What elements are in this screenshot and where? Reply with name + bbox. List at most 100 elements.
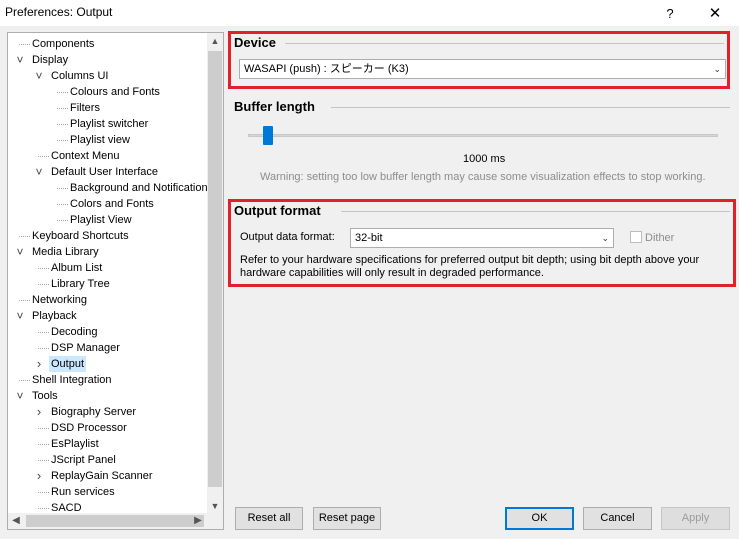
tree-horizontal-scroll-thumb[interactable] [26, 515, 204, 527]
tree-item-label: Playback [32, 310, 77, 322]
tree-horizontal-scrollbar[interactable]: ◀ ▶ [8, 513, 223, 529]
tree-connector [57, 92, 68, 93]
tree-item-colours-and-fonts[interactable]: Colours and Fonts [8, 84, 208, 100]
tree-item-label: Keyboard Shortcuts [32, 230, 129, 242]
tree-item-label: JScript Panel [51, 454, 116, 466]
tree-item-default-user-interface[interactable]: ˅ Default User Interface [8, 164, 208, 180]
tree-item-columns-ui[interactable]: ˅ Columns UI [8, 68, 208, 84]
tree-item-filters[interactable]: Filters [8, 100, 208, 116]
tree-item-jscript-panel[interactable]: JScript Panel [8, 452, 208, 468]
tree-item-output[interactable]: › Output [8, 356, 208, 372]
tree-item-label: ReplayGain Scanner [51, 470, 153, 482]
tree-item-decoding[interactable]: Decoding [8, 324, 208, 340]
tree-item-display[interactable]: ˅ Display [8, 52, 208, 68]
tree-connector [38, 156, 49, 157]
tree-item-label: Output [49, 356, 87, 372]
output-format-section-header: Output format [234, 203, 321, 218]
expanded-chevron-icon[interactable]: ˅ [15, 244, 25, 260]
expanded-chevron-icon[interactable]: ˅ [34, 164, 44, 180]
tree-item-label: Columns UI [51, 70, 109, 82]
tree-item-album-list[interactable]: Album List [8, 260, 208, 276]
tree-connector [38, 348, 49, 349]
tree-item-label: Playlist view [70, 134, 130, 146]
tree-item-replaygain-scanner[interactable]: › ReplayGain Scanner [8, 468, 208, 484]
reset-all-button[interactable]: Reset all [235, 507, 303, 530]
tree-item-label: DSP Manager [51, 342, 120, 354]
tree-item-label: Networking [32, 294, 88, 306]
buffer-slider-track[interactable] [248, 134, 718, 137]
collapsed-chevron-icon[interactable]: › [34, 468, 44, 484]
tree-item-networking[interactable]: Networking [8, 292, 208, 308]
buffer-slider-thumb[interactable] [263, 126, 273, 145]
device-select-value: WASAPI (push) : スピーカー (K3) [244, 63, 409, 75]
tree-item-label: Default User Interface [51, 166, 158, 178]
output-format-divider [341, 211, 730, 212]
tree-item-label: Media Library [32, 246, 99, 258]
tree-item-components[interactable]: Components [8, 36, 208, 52]
ok-button[interactable]: OK [505, 507, 574, 530]
tree-item-shell-integration[interactable]: Shell Integration [8, 372, 208, 388]
tree-item-playback[interactable]: ˅ Playback [8, 308, 208, 324]
output-data-format-select[interactable]: 32-bit ⌄ [350, 228, 614, 248]
tree-item-label: DSD Processor [51, 422, 127, 434]
device-section-header: Device [234, 35, 276, 50]
tree-connector [19, 380, 30, 381]
tree-item-label: Display [32, 54, 69, 66]
tree-connector [38, 284, 49, 285]
dither-label: Dither [645, 232, 675, 244]
output-data-format-label: Output data format: [240, 231, 335, 243]
tree-item-background-and-notifications[interactable]: Background and Notifications [8, 180, 208, 196]
cancel-button[interactable]: Cancel [583, 507, 652, 530]
tree-item-playlist-view[interactable]: Playlist view [8, 132, 208, 148]
tree-item-context-menu[interactable]: Context Menu [8, 148, 208, 164]
output-data-format-value: 32-bit [355, 232, 383, 244]
tree-item-colors-and-fonts[interactable]: Colors and Fonts [8, 196, 208, 212]
tree-vertical-scrollbar[interactable]: ▲ ▼ [207, 33, 223, 514]
window-title: Preferences: Output [5, 5, 113, 19]
tree-item-keyboard-shortcuts[interactable]: Keyboard Shortcuts [8, 228, 208, 244]
scroll-down-icon[interactable]: ▼ [207, 498, 223, 514]
tree-item-label: SACD [51, 502, 82, 514]
tree-item-media-library[interactable]: ˅ Media Library [8, 244, 208, 260]
tree-item-label: Playlist View [70, 214, 132, 226]
tree-connector [38, 508, 49, 509]
device-divider [285, 43, 724, 44]
tree-item-label: EsPlaylist [51, 438, 99, 450]
tree-item-dsp-manager[interactable]: DSP Manager [8, 340, 208, 356]
tree-item-playlist-switcher[interactable]: Playlist switcher [8, 116, 208, 132]
tree-connector [19, 300, 30, 301]
collapsed-chevron-icon[interactable]: › [34, 404, 44, 420]
reset-page-button[interactable]: Reset page [313, 507, 381, 530]
tree-vertical-scroll-thumb[interactable] [208, 51, 222, 487]
dither-checkbox[interactable] [630, 231, 642, 243]
expanded-chevron-icon[interactable]: ˅ [15, 52, 25, 68]
buffer-section-header: Buffer length [234, 99, 315, 114]
device-select[interactable]: WASAPI (push) : スピーカー (K3) ⌄ [239, 59, 726, 79]
tree-item-sacd[interactable]: SACD [8, 500, 208, 514]
tree-item-label: Run services [51, 486, 115, 498]
expanded-chevron-icon[interactable]: ˅ [15, 308, 25, 324]
expanded-chevron-icon[interactable]: ˅ [34, 68, 44, 84]
tree-list: Components ˅ Display ˅ Columns UI Colours and… [8, 36, 208, 514]
tree-item-esplaylist[interactable]: EsPlaylist [8, 436, 208, 452]
tree-item-biography-server[interactable]: › Biography Server [8, 404, 208, 420]
tree-item-run-services[interactable]: Run services [8, 484, 208, 500]
collapsed-chevron-icon[interactable]: › [34, 356, 44, 372]
tree-connector [57, 204, 68, 205]
apply-button[interactable]: Apply [661, 507, 730, 530]
scroll-left-icon[interactable]: ◀ [8, 513, 24, 529]
chevron-down-icon: ⌄ [601, 233, 609, 243]
expanded-chevron-icon[interactable]: ˅ [15, 388, 25, 404]
help-button[interactable]: ? [650, 0, 690, 26]
scroll-up-icon[interactable]: ▲ [207, 33, 223, 49]
preferences-tree[interactable]: Components ˅ Display ˅ Columns UI Colours and… [7, 32, 224, 530]
tree-item-playlist-view[interactable]: Playlist View [8, 212, 208, 228]
scroll-right-icon[interactable]: ▶ [190, 513, 206, 529]
tree-item-library-tree[interactable]: Library Tree [8, 276, 208, 292]
tree-item-dsd-processor[interactable]: DSD Processor [8, 420, 208, 436]
output-format-note-line1: Refer to your hardware specifications fo… [240, 254, 700, 266]
tree-item-tools[interactable]: ˅ Tools [8, 388, 208, 404]
close-button[interactable]: ✕ [695, 0, 735, 26]
tree-connector [57, 108, 68, 109]
tree-connector [19, 44, 30, 45]
